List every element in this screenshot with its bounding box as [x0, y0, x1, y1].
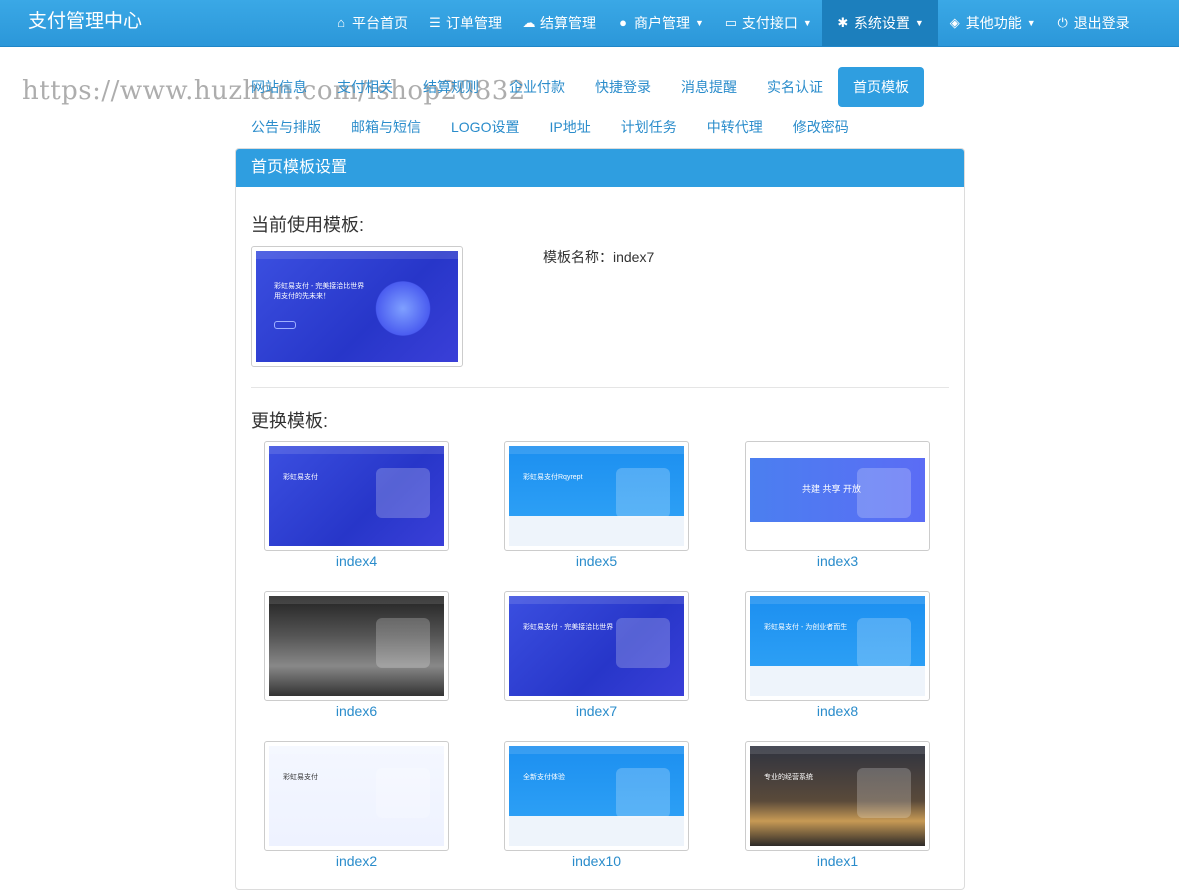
template-name-link[interactable]: index4	[264, 553, 449, 569]
template-option-index4[interactable]: 彩虹易支付	[264, 441, 449, 551]
template-settings-panel: 首页模板设置 当前使用模板: 彩虹易支付 - 完美接洽比世界 用支付的先未来！ …	[235, 148, 965, 890]
nav-item-power[interactable]: ⏻ 退出登录	[1046, 0, 1140, 46]
top-navbar: 支付管理中心 ⌂ 平台首页 ☰ 订单管理 ☁ 结算管理 ● 商户管理 ▼ ▭ 支付接口 ▼ ✱ 系统设置 ▼…	[0, 0, 1179, 47]
settings-tab[interactable]: 支付相关	[322, 67, 408, 107]
template-option-index8[interactable]: 彩虹易支付 - 为创业者而生	[745, 591, 930, 701]
current-template-heading: 当前使用模板:	[251, 215, 365, 235]
template-option-index3[interactable]: 共建 共享 开放	[745, 441, 930, 551]
nav-item-gear[interactable]: ✱ 系统设置 ▼	[821, 0, 938, 46]
nav-item-home[interactable]: ⌂ 平台首页	[324, 0, 418, 46]
nav-item-cloud[interactable]: ☁ 结算管理	[512, 0, 606, 46]
template-preview-image: 全新支付体验	[509, 746, 684, 846]
settings-tab[interactable]: 企业付款	[494, 67, 580, 107]
preview-headline: 彩虹易支付 - 完美接洽比世界	[274, 283, 365, 290]
template-preview-caption: 彩虹易支付 - 完美接洽比世界	[523, 624, 614, 631]
change-template-heading: 更换模板:	[251, 411, 329, 431]
current-template-name: 模板名称：index7	[543, 249, 655, 265]
preview-subline: 用支付的先未来！	[274, 293, 330, 300]
template-option-index1[interactable]: 专业的经营系统	[745, 741, 930, 851]
list-icon: ☰	[429, 15, 441, 30]
nav-item-label: 平台首页	[352, 15, 408, 31]
settings-tab[interactable]: 实名认证	[752, 67, 838, 107]
user-icon: ●	[619, 15, 627, 30]
template-option-index2[interactable]: 彩虹易支付	[264, 741, 449, 851]
template-preview-caption: 彩虹易支付	[283, 774, 318, 781]
template-option-index6[interactable]	[264, 591, 449, 701]
template-name-link[interactable]: index2	[264, 853, 449, 869]
template-preview-image: 彩虹易支付	[269, 746, 444, 846]
settings-tabs-row2: 公告与排版 邮箱与短信 LOGO设置 IP地址 计划任务 中转代理 修改密码	[236, 107, 966, 147]
caret-down-icon: ▼	[802, 18, 812, 28]
settings-tab[interactable]: 快捷登录	[580, 67, 666, 107]
settings-tab[interactable]: 消息提醒	[666, 67, 752, 107]
template-preview-image: 专业的经营系统	[750, 746, 925, 846]
settings-tab[interactable]: 网站信息	[236, 67, 322, 107]
card-icon: ▭	[724, 15, 738, 30]
template-option-index10[interactable]: 全新支付体验	[504, 741, 689, 851]
settings-tab[interactable]: 结算规则	[408, 67, 494, 107]
template-preview-image: 彩虹易支付Rqyrept	[509, 446, 684, 546]
power-icon: ⏻	[1057, 15, 1068, 30]
template-preview-caption: 彩虹易支付Rqyrept	[523, 474, 583, 481]
settings-tab[interactable]: IP地址	[534, 107, 605, 147]
template-option-index7[interactable]: 彩虹易支付 - 完美接洽比世界	[504, 591, 689, 701]
nav-item-label: 订单管理	[446, 15, 502, 31]
settings-tab[interactable]: 中转代理	[692, 107, 778, 147]
template-preview-image: 彩虹易支付 - 完美接洽比世界	[509, 596, 684, 696]
settings-tabs-row1: 网站信息 支付相关 结算规则 企业付款 快捷登录 消息提醒 实名认证 首页模板	[236, 67, 966, 107]
nav-item-user[interactable]: ● 商户管理 ▼	[606, 0, 714, 46]
template-preview-caption: 共建 共享 开放	[802, 484, 862, 494]
template-preview-caption: 专业的经营系统	[764, 774, 813, 781]
nav-item-list[interactable]: ☰ 订单管理	[418, 0, 512, 46]
template-name-link[interactable]: index7	[504, 703, 689, 719]
nav-item-label: 商户管理	[634, 15, 690, 31]
gear-icon: ✱	[837, 15, 849, 30]
settings-tab[interactable]: 邮箱与短信	[336, 107, 436, 147]
app-title[interactable]: 支付管理中心	[28, 0, 142, 46]
cube-icon: ◈	[949, 15, 960, 30]
nav-item-label: 结算管理	[540, 15, 596, 31]
nav-item-label: 其他功能	[965, 15, 1022, 31]
settings-tab[interactable]: 计划任务	[606, 107, 692, 147]
panel-title: 首页模板设置	[236, 149, 964, 187]
template-preview-caption: 彩虹易支付 - 为创业者而生	[764, 624, 848, 631]
settings-tab[interactable]: LOGO设置	[436, 107, 534, 147]
template-preview-caption: 全新支付体验	[523, 774, 565, 781]
template-name-link[interactable]: index3	[745, 553, 930, 569]
home-icon: ⌂	[337, 15, 345, 30]
template-preview-image: 彩虹易支付	[269, 446, 444, 546]
nav-item-label: 支付接口	[741, 15, 798, 31]
caret-down-icon: ▼	[1026, 18, 1036, 28]
template-name-link[interactable]: index10	[504, 853, 689, 869]
nav-item-cube[interactable]: ◈ 其他功能 ▼	[938, 0, 1046, 46]
template-preview-image: 共建 共享 开放	[750, 446, 925, 546]
template-name-link[interactable]: index1	[745, 853, 930, 869]
nav-menu: ⌂ 平台首页 ☰ 订单管理 ☁ 结算管理 ● 商户管理 ▼ ▭ 支付接口 ▼ ✱ 系统设置 ▼ ◈ 其他功能 ▼ ⏻…	[324, 0, 1140, 46]
template-preview-image: 彩虹易支付 - 为创业者而生	[750, 596, 925, 696]
current-template-thumbnail: 彩虹易支付 - 完美接洽比世界 用支付的先未来！	[251, 246, 463, 367]
cloud-icon: ☁	[522, 15, 536, 30]
nav-item-label: 系统设置	[853, 15, 910, 31]
section-divider	[251, 387, 949, 388]
nav-item-card[interactable]: ▭ 支付接口 ▼	[714, 0, 822, 46]
template-name-link[interactable]: index5	[504, 553, 689, 569]
template-preview-caption: 彩虹易支付	[283, 474, 318, 481]
settings-tab[interactable]: 公告与排版	[236, 107, 336, 147]
nav-item-label: 退出登录	[1073, 15, 1130, 31]
settings-tab[interactable]: 修改密码	[778, 107, 864, 147]
settings-tab[interactable]: 首页模板	[838, 67, 924, 107]
caret-down-icon: ▼	[695, 18, 704, 28]
template-name-link[interactable]: index8	[745, 703, 930, 719]
template-option-index5[interactable]: 彩虹易支付Rqyrept	[504, 441, 689, 551]
template-name-link[interactable]: index6	[264, 703, 449, 719]
caret-down-icon: ▼	[914, 18, 924, 28]
template-preview-image	[269, 596, 444, 696]
template-preview-image: 彩虹易支付 - 完美接洽比世界 用支付的先未来！	[256, 251, 458, 362]
